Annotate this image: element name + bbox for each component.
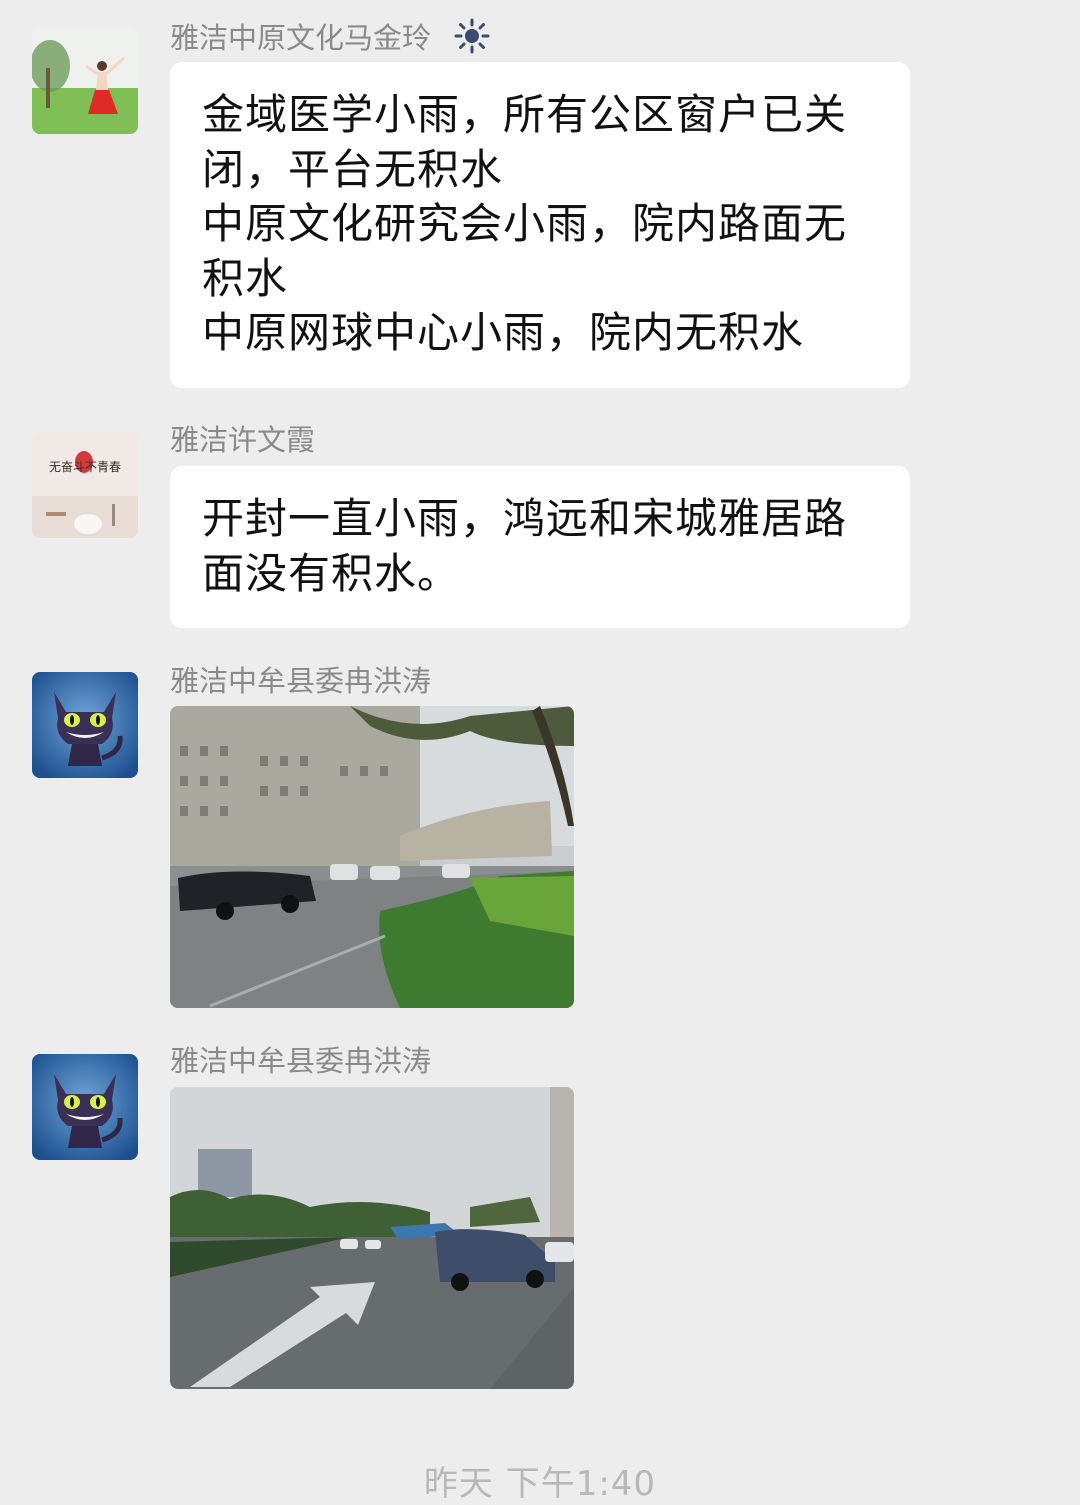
sender-name-text: 雅洁中牟县委冉洪涛 (170, 664, 432, 698)
rainy-parking-lot-photo (170, 706, 574, 1008)
sender-name-text: 雅洁中原文化马金玲 (170, 21, 432, 55)
avatar-calligraphy-text: 无奋斗不青春 (49, 460, 121, 474)
cheshire-cat-avatar-image (32, 672, 138, 778)
sender-name: 雅洁许文霞 (170, 422, 315, 458)
sender-name-text: 雅洁中牟县委冉洪涛 (170, 1044, 432, 1078)
message-timestamp: 昨天 下午1:40 (423, 1464, 657, 1504)
message-bubble[interactable]: 开封一直小雨，鸿远和宋城雅居路 面没有积水。 (170, 466, 910, 628)
woman-dancing-avatar-image (32, 28, 138, 134)
message-text-line: 中原文化研究会小雨，院内路面无 (202, 199, 848, 248)
avatar[interactable] (32, 672, 138, 778)
message-text-line: 闭，平台无积水 (202, 144, 504, 194)
message-text-line: 面没有积水。 (202, 548, 461, 598)
message-bubble[interactable]: 金域医学小雨，所有公区窗户已关 闭，平台无积水 中原文化研究会小雨，院内路面无 … (170, 62, 910, 388)
message-text-line: 中原网球中心小雨，院内无积水 (202, 308, 805, 357)
sender-name: 雅洁中原文化马金玲 (170, 18, 490, 62)
sender-name-text: 雅洁许文霞 (170, 423, 316, 457)
calligraphy-avatar-image: 无奋斗不青春 (32, 432, 138, 538)
message-text-line: 金域医学小雨，所有公区窗户已关 (202, 90, 848, 139)
avatar[interactable] (32, 28, 138, 134)
avatar[interactable] (32, 1054, 138, 1160)
sender-name: 雅洁中牟县委冉洪涛 (170, 1043, 431, 1079)
photo-message[interactable] (170, 706, 574, 1008)
sender-name: 雅洁中牟县委冉洪涛 (170, 663, 431, 699)
cheshire-cat-avatar-image (32, 1054, 138, 1160)
message-text-line: 开封一直小雨，鸿远和宋城雅居路 (202, 494, 848, 543)
rainy-road-arrow-photo (170, 1087, 574, 1389)
photo-message[interactable] (170, 1087, 574, 1389)
sun-icon (454, 18, 490, 62)
message-text-line: 积水 (202, 253, 289, 303)
avatar[interactable]: 无奋斗不青春 (32, 432, 138, 538)
